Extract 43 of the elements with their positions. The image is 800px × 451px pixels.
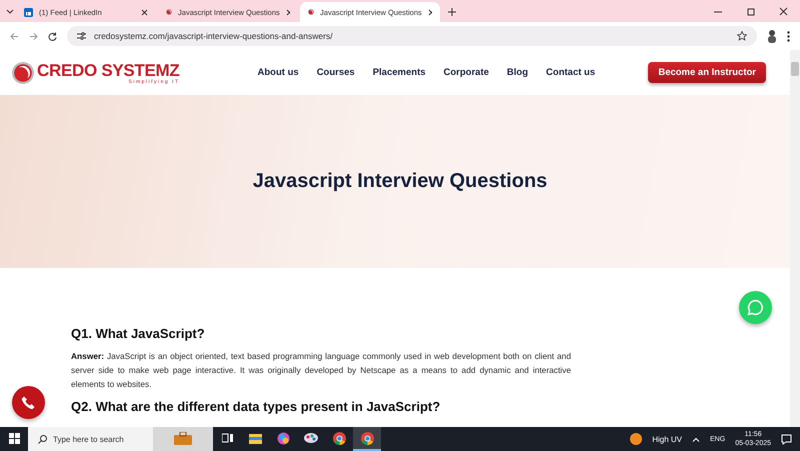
nav-link[interactable]: Contact us bbox=[546, 67, 596, 78]
chrome-icon[interactable] bbox=[332, 432, 346, 444]
address-bar[interactable]: credosystemz.com/javascript-interview-questions-and-answers/ bbox=[67, 26, 757, 46]
nav-link[interactable]: Courses bbox=[316, 67, 355, 78]
logo-name[interactable]: CREDO SYSTEMZ bbox=[37, 60, 180, 80]
question-heading: Q1. What JavaScript? bbox=[71, 326, 206, 341]
weather-icon bbox=[630, 433, 642, 445]
nav-link[interactable]: Placements bbox=[372, 67, 426, 78]
weather-text[interactable]: High UV bbox=[652, 434, 682, 444]
taskbar-app[interactable] bbox=[353, 427, 381, 451]
briefcase-icon bbox=[174, 432, 192, 444]
star-icon[interactable] bbox=[737, 31, 747, 41]
copilot-icon[interactable] bbox=[276, 432, 290, 444]
task-view-icon[interactable] bbox=[222, 433, 232, 443]
folder-icon[interactable] bbox=[248, 432, 262, 444]
become-instructor-button[interactable]: Become an Instructor bbox=[648, 62, 766, 83]
chrome-icon[interactable] bbox=[360, 432, 374, 444]
linkedin-icon bbox=[24, 8, 33, 16]
reload-icon[interactable] bbox=[48, 32, 57, 40]
caret-icon[interactable] bbox=[692, 436, 700, 442]
menu-icon[interactable] bbox=[787, 30, 790, 42]
notification-icon[interactable] bbox=[781, 434, 792, 444]
scrollbar[interactable] bbox=[790, 50, 800, 427]
question-heading: Q2. What are the different data types present in JavaScript? bbox=[71, 399, 442, 414]
phone-icon bbox=[21, 395, 36, 410]
credo-logo-icon bbox=[308, 7, 314, 17]
page-title: Javascript Interview Questions bbox=[252, 170, 548, 193]
credo-logo-icon bbox=[166, 7, 172, 17]
forward-icon[interactable] bbox=[29, 32, 38, 40]
nav-link[interactable]: Blog bbox=[506, 67, 528, 78]
answer-paragraph: Answer: JavaScript is an object oriented, text based programming language commonly used in web development both on client and server side to make web page interactive. It was originally developed by Netscape as a means to add dynamic and interactive elements to websites. bbox=[71, 350, 571, 391]
call-button[interactable] bbox=[12, 386, 45, 419]
windows-icon bbox=[8, 432, 20, 444]
search-icon bbox=[38, 434, 47, 444]
profile-icon[interactable] bbox=[767, 29, 777, 43]
taskbar-search-field[interactable]: Type here to search bbox=[28, 427, 153, 451]
paint-icon[interactable] bbox=[304, 432, 318, 444]
site-settings-icon bbox=[77, 32, 86, 40]
credo-logo-icon bbox=[12, 62, 34, 84]
chat-icon bbox=[747, 299, 764, 316]
nav-link[interactable]: About us bbox=[258, 67, 299, 78]
nav-link[interactable]: Corporate bbox=[444, 67, 489, 78]
back-icon[interactable] bbox=[10, 32, 19, 40]
